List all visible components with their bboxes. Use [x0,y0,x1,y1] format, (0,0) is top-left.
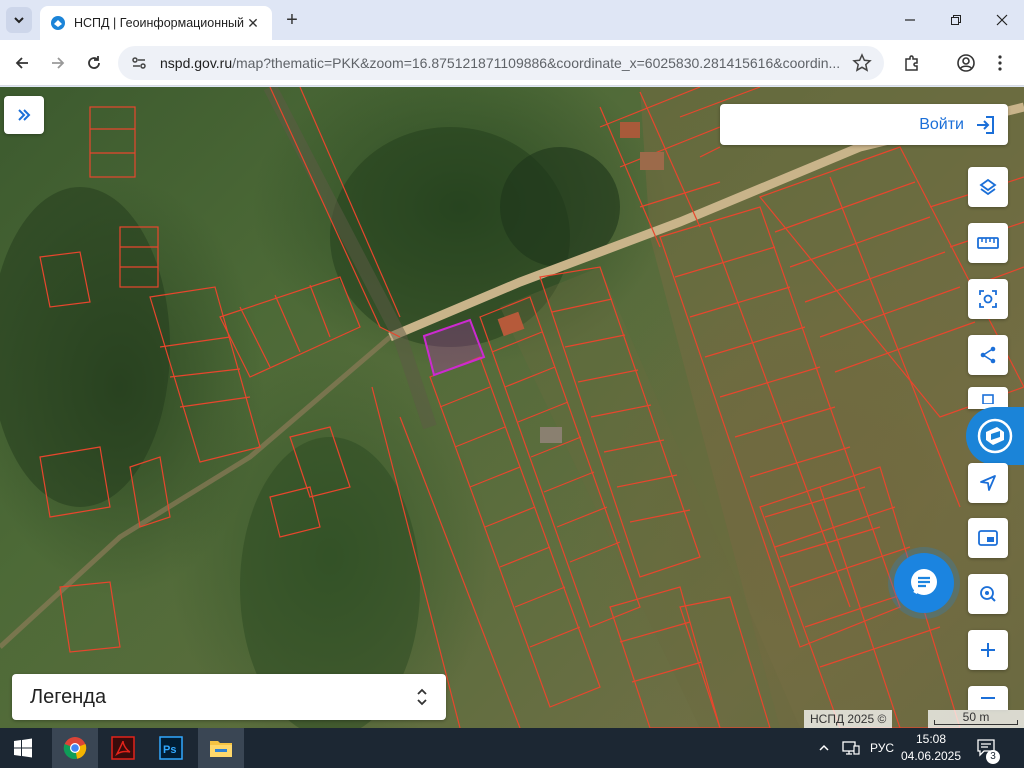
forward-button[interactable] [44,49,72,77]
site-settings-icon[interactable] [130,54,148,72]
network-icon [842,741,860,755]
sidebar-toggle-button[interactable] [4,96,44,134]
tab-strip: НСПД | Геоинформационный ✕ + [0,0,1024,40]
measure-button[interactable] [968,223,1008,263]
area-select-button[interactable] [968,279,1008,319]
area-select-icon [979,290,997,308]
url-text: nspd.gov.ru/map?thematic=PKK&zoom=16.875… [160,55,844,71]
legend-panel[interactable]: Легенда [12,674,446,720]
scale-bar: 50 m [928,710,1024,728]
nspd-logo-tab[interactable] [966,407,1024,465]
navigate-icon [980,475,996,491]
profile-button[interactable] [952,49,980,77]
parcel-layer [0,87,1024,728]
tab-title: НСПД | Геоинформационный [74,16,244,30]
restore-icon [951,15,961,25]
share-icon [980,346,996,364]
login-button[interactable]: Войти [720,104,1008,145]
reload-button[interactable] [80,49,108,77]
notification-count: 3 [986,750,1000,764]
system-clock[interactable]: 15:08 04.06.2025 [896,731,966,765]
zoom-in-icon [981,643,995,657]
scale-line [934,720,1018,725]
taskbar-file-explorer[interactable] [198,728,244,768]
clock-date: 04.06.2025 [900,749,962,763]
chrome-icon [63,737,87,760]
login-icon [977,115,994,134]
close-window-button[interactable] [980,6,1024,34]
map-frame-icon [978,530,998,546]
double-chevron-right-icon [18,109,31,121]
browser-tab[interactable]: НСПД | Геоинформационный ✕ [40,6,272,40]
chevron-down-icon [14,17,24,24]
print-button[interactable] [968,387,1008,409]
login-label: Войти [919,115,964,133]
taskbar-acrobat[interactable] [100,728,146,768]
photoshop-icon: Ps [159,736,183,760]
ruler-icon [977,237,999,249]
share-button[interactable] [968,335,1008,375]
legend-label: Легенда [30,685,107,708]
back-button[interactable] [8,49,36,77]
layers-button[interactable] [968,167,1008,207]
url-path: /map?thematic=PKK&zoom=16.87512187110988… [232,55,841,71]
navigate-button[interactable] [968,463,1008,503]
extensions-button[interactable] [898,49,926,77]
address-bar[interactable]: nspd.gov.ru/map?thematic=PKK&zoom=16.875… [118,46,884,80]
nspd-favicon-icon [51,16,65,30]
minimize-icon [905,19,915,21]
url-host: nspd.gov.ru [160,55,233,71]
clock-time: 15:08 [915,732,947,746]
windows-taskbar: Ps РУС 15:08 04.06.2025 3 [0,728,1024,768]
close-icon [996,14,1008,26]
tab-close-icon[interactable]: ✕ [244,14,262,32]
map-attribution: НСПД 2025 © [804,710,893,728]
browser-toolbar: nspd.gov.ru/map?thematic=PKK&zoom=16.875… [0,40,1024,86]
zoom-out-icon [981,697,995,699]
geo-search-icon [980,586,996,602]
language-indicator[interactable]: РУС [870,728,894,768]
tab-search-button[interactable] [6,7,32,33]
file-explorer-icon [210,741,232,757]
bookmark-star-icon[interactable] [852,53,872,73]
chat-icon [911,569,937,595]
restore-button[interactable] [934,6,978,34]
zoom-out-button[interactable] [968,686,1008,710]
windows-logo-icon [14,738,32,758]
zoom-in-button[interactable] [968,630,1008,670]
tray-overflow-button[interactable] [818,728,830,768]
svg-text:Ps: Ps [163,744,176,756]
arrow-right-icon [52,57,65,69]
chat-button[interactable] [894,553,954,613]
taskbar-chrome[interactable] [52,728,98,768]
acrobat-icon [111,736,135,760]
new-tab-button[interactable]: + [280,8,304,32]
profile-icon [957,54,975,72]
nspd-logo-icon [977,418,1013,454]
browser-menu-button[interactable] [986,49,1014,77]
expand-collapse-icon[interactable] [416,687,428,707]
map-canvas[interactable]: Войти Легенда НСПД 2025 © 50 m [0,87,1024,728]
notifications-button[interactable]: 3 [976,728,1000,768]
network-button[interactable] [842,728,860,768]
start-button[interactable] [0,728,46,768]
more-vertical-icon [998,55,1002,71]
geo-search-button[interactable] [968,574,1008,614]
reload-icon [88,56,100,69]
taskbar-photoshop[interactable]: Ps [148,728,194,768]
chevron-up-icon [819,744,829,751]
layers-icon [979,178,997,196]
arrow-left-icon [15,57,28,69]
minimize-button[interactable] [888,6,932,34]
print-icon [982,394,994,404]
map-frame-button[interactable] [968,518,1008,558]
puzzle-icon [905,55,918,71]
